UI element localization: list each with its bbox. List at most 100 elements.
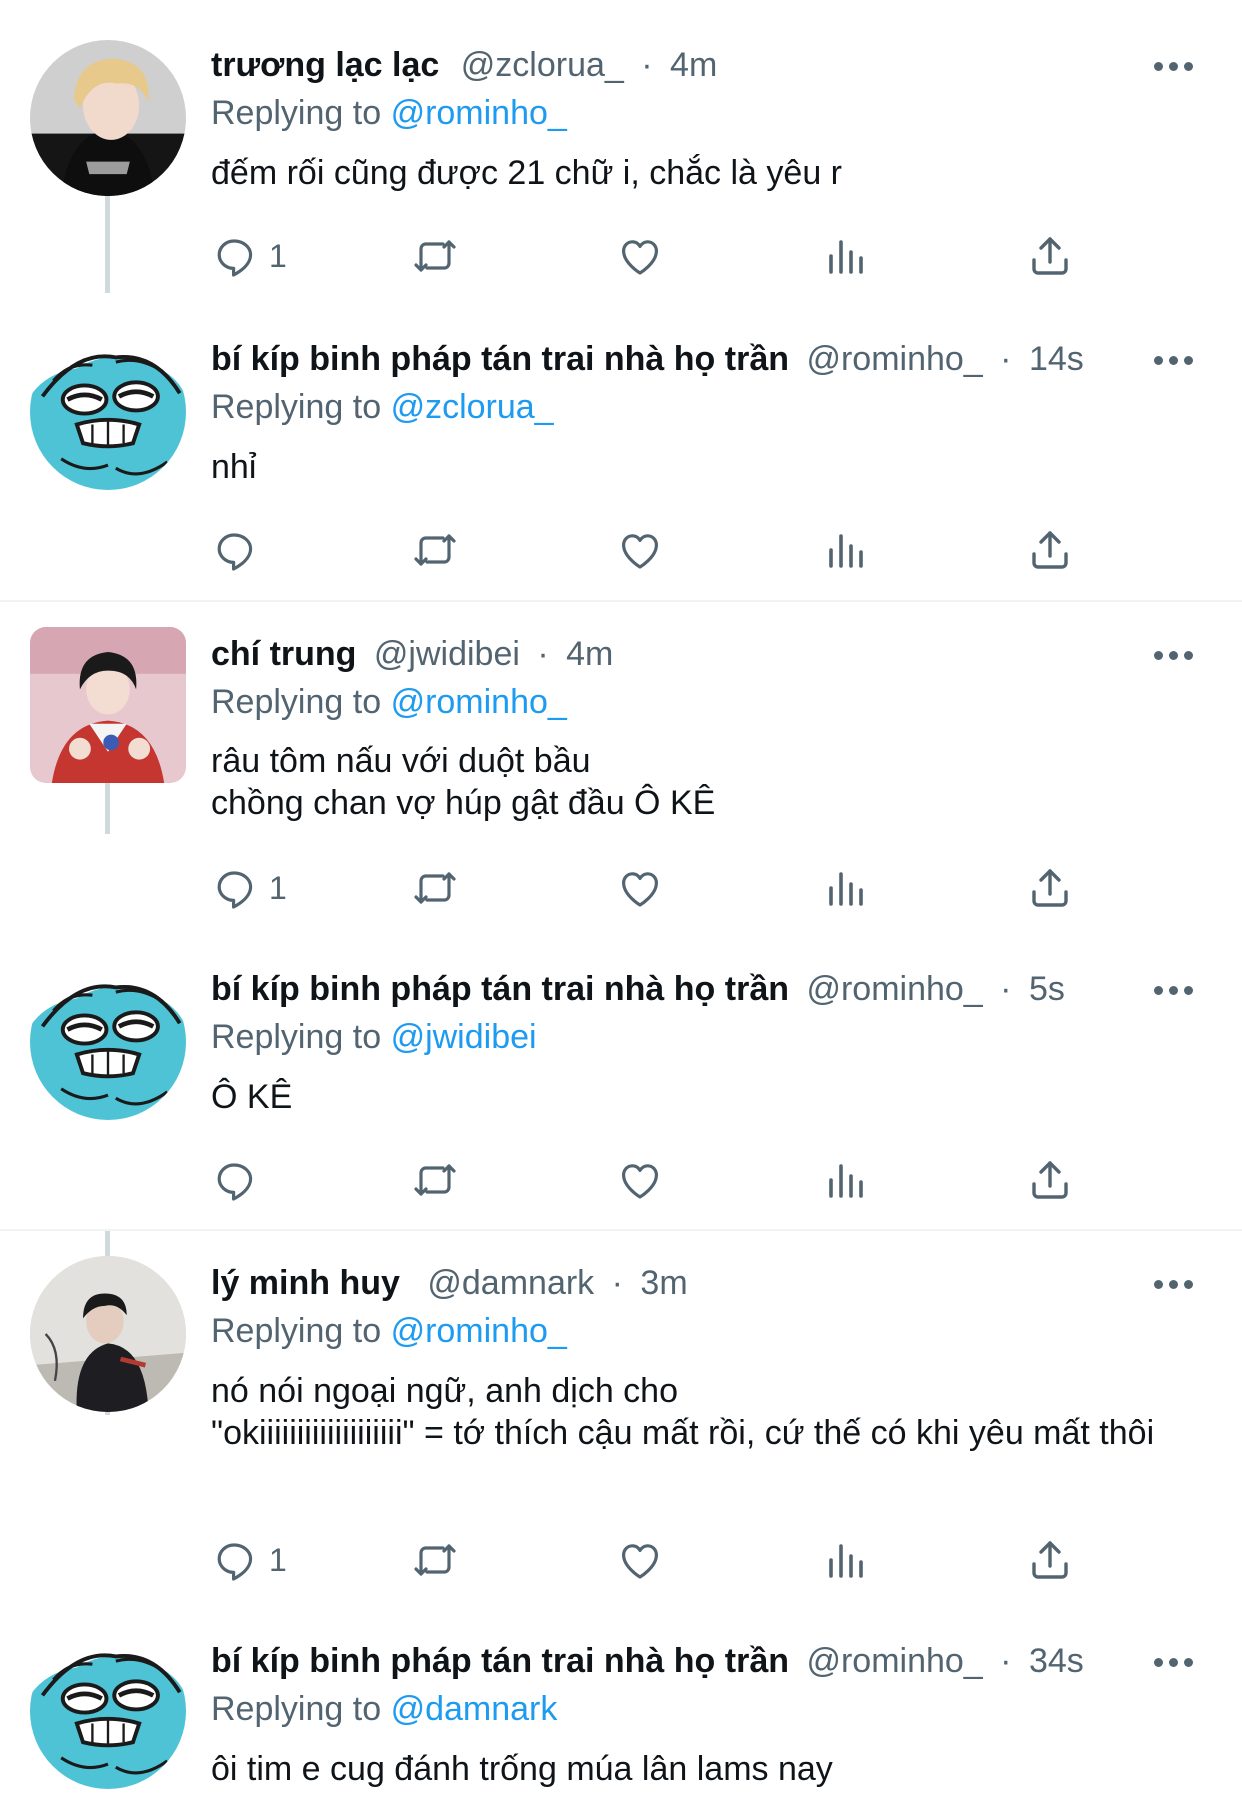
tweet-text: ôi tim e cug đánh trống múa lân lams nay [211,1750,833,1788]
replying-to: Replying to @damnark [211,1689,557,1729]
replying-label: Replying to [211,1690,382,1728]
avatar[interactable] [30,964,186,1120]
tweet[interactable]: chí trung @jwidibei · 4m Replying to @ro… [0,602,1242,944]
separator: · [1000,1642,1012,1680]
tweet-header: bí kíp binh pháp tán trai nhà họ trần @r… [211,969,1242,1009]
reply-icon [211,864,259,912]
handle[interactable]: @jwidibei [374,635,520,673]
handle[interactable]: @rominho_ [806,1642,982,1680]
reply-button[interactable]: 1 [211,230,287,282]
more-icon[interactable] [1154,1278,1198,1290]
avatar[interactable] [30,1633,186,1789]
tweet[interactable]: bí kíp binh pháp tán trai nhà họ trần @r… [0,944,1242,1229]
retweet-icon [411,232,459,280]
mention-link[interactable]: @rominho_ [391,1312,567,1350]
more-icon[interactable] [1154,60,1198,72]
display-name[interactable]: lý minh huy [211,1264,400,1302]
handle[interactable]: @zclorua_ [461,46,624,84]
mention-link[interactable]: @rominho_ [391,683,567,721]
analytics-button[interactable] [821,1154,869,1206]
replying-label: Replying to [211,388,382,426]
reply-icon [211,526,259,574]
analytics-button[interactable] [821,524,869,576]
like-button[interactable] [616,524,664,576]
analytics-button[interactable] [821,862,869,914]
more-icon[interactable] [1154,984,1198,996]
retweet-button[interactable] [411,1154,459,1206]
replying-label: Replying to [211,1312,382,1350]
analytics-button[interactable] [821,1534,869,1586]
analytics-icon [821,1536,869,1584]
replying-to: Replying to @zclorua_ [211,387,554,427]
separator: · [1000,340,1012,378]
share-button[interactable] [1026,1534,1074,1586]
timestamp[interactable]: 3m [640,1264,687,1302]
tweet-text: nhỉ [211,448,257,486]
retweet-button[interactable] [411,1534,459,1586]
mention-link[interactable]: @zclorua_ [391,388,554,426]
mention-link[interactable]: @rominho_ [391,94,567,132]
more-icon[interactable] [1154,354,1198,366]
tweet[interactable]: bí kíp binh pháp tán trai nhà họ trần @r… [0,294,1242,600]
replying-label: Replying to [211,683,382,721]
timestamp[interactable]: 14s [1029,340,1084,378]
avatar[interactable] [30,40,186,196]
tweet-header: trương lạc lạc @zclorua_ · 4m [211,45,1242,85]
tweet[interactable]: bí kíp binh pháp tán trai nhà họ trần @r… [0,1611,1242,1811]
retweet-button[interactable] [411,524,459,576]
tweet-text: nó nói ngoại ngữ, anh dịch cho "okiiiiii… [211,1372,1155,1452]
like-button[interactable] [616,230,664,282]
analytics-icon [821,526,869,574]
timestamp[interactable]: 4m [566,635,613,673]
handle[interactable]: @rominho_ [806,340,982,378]
timestamp[interactable]: 34s [1029,1642,1084,1680]
tweet-header: lý minh huy @damnark · 3m [211,1263,1242,1303]
reply-button[interactable] [211,524,269,576]
more-icon[interactable] [1154,1656,1198,1668]
analytics-button[interactable] [821,230,869,282]
reply-icon [211,232,259,280]
mention-link[interactable]: @jwidibei [391,1018,537,1056]
retweet-icon [411,1156,459,1204]
share-button[interactable] [1026,1154,1074,1206]
timestamp[interactable]: 5s [1029,970,1065,1008]
action-bar: 1 [211,1534,1111,1586]
display-name[interactable]: trương lạc lạc [211,46,439,84]
display-name[interactable]: bí kíp binh pháp tán trai nhà họ trần [211,970,789,1008]
timestamp[interactable]: 4m [670,46,717,84]
more-icon[interactable] [1154,649,1198,661]
share-icon [1026,232,1074,280]
display-name[interactable]: bí kíp binh pháp tán trai nhà họ trần [211,1642,789,1680]
tweet[interactable]: trương lạc lạc @zclorua_ · 4m Replying t… [0,0,1242,294]
retweet-button[interactable] [411,862,459,914]
display-name[interactable]: chí trung [211,635,356,673]
tweet-text: đếm rối cũng được 21 chữ i, chắc là yêu … [211,154,842,192]
like-icon [616,526,664,574]
retweet-icon [411,526,459,574]
tweet[interactable]: lý minh huy @damnark · 3m Replying to @r… [0,1231,1242,1611]
reply-button[interactable]: 1 [211,862,287,914]
display-name[interactable]: bí kíp binh pháp tán trai nhà họ trần [211,340,789,378]
replying-label: Replying to [211,94,382,132]
action-bar: 1 [211,230,1111,282]
reply-button[interactable]: 1 [211,1534,287,1586]
separator: · [1000,970,1012,1008]
share-button[interactable] [1026,230,1074,282]
avatar[interactable] [30,334,186,490]
share-button[interactable] [1026,524,1074,576]
like-button[interactable] [616,1154,664,1206]
tweet-text: Ô KÊ [211,1078,293,1116]
handle[interactable]: @damnark [427,1264,594,1302]
mention-link[interactable]: @damnark [391,1690,558,1728]
replying-to: Replying to @jwidibei [211,1017,537,1057]
share-button[interactable] [1026,862,1074,914]
like-button[interactable] [616,1534,664,1586]
tweet-header: bí kíp binh pháp tán trai nhà họ trần @r… [211,1641,1242,1681]
reply-button[interactable] [211,1154,269,1206]
tweet-header: bí kíp binh pháp tán trai nhà họ trần @r… [211,339,1242,379]
avatar[interactable] [30,627,186,783]
like-button[interactable] [616,862,664,914]
handle[interactable]: @rominho_ [806,970,982,1008]
retweet-button[interactable] [411,230,459,282]
avatar[interactable] [30,1256,186,1412]
